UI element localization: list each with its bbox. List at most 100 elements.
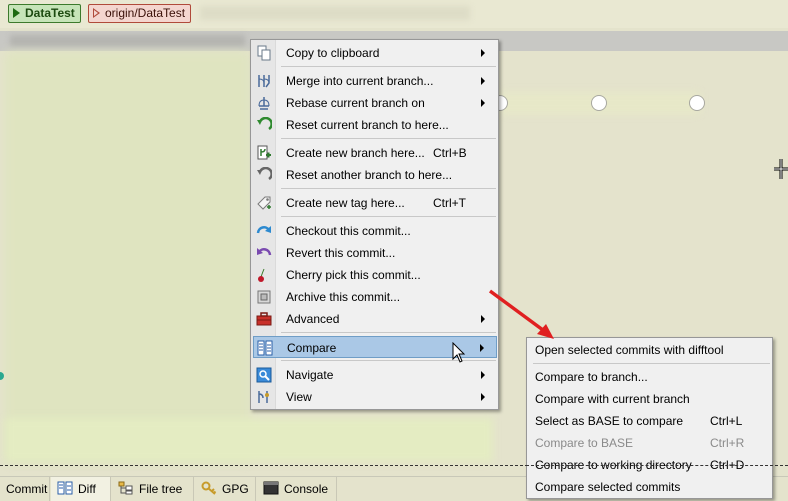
menu-item-view[interactable]: View [253,386,497,408]
menu-item-label: Copy to clipboard [286,46,380,60]
branch-triangle-icon [13,8,20,18]
menu-item-label: Create new tag here... [286,196,405,210]
menu-item-advanced[interactable]: Advanced [253,308,497,330]
submenu-arrow-icon [481,49,485,57]
redacted-commit-message [200,6,470,20]
tab-console[interactable]: Console [257,477,337,501]
submenu-item-open-difftool[interactable]: Open selected commits with difftool [529,339,771,361]
tab-gpg-label: GPG [222,482,249,496]
menu-item-checkout-commit[interactable]: Checkout this commit... [253,220,497,242]
submenu-item-select-base[interactable]: Select as BASE to compare Ctrl+L [529,410,771,432]
submenu-item-compare-current-branch[interactable]: Compare with current branch [529,388,771,410]
annotation-arrow-icon [488,289,554,339]
menu-item-label: Create new branch here... [286,146,425,160]
graph-node[interactable] [689,95,705,111]
local-branch-label: DataTest [25,6,75,20]
view-icon [258,391,269,403]
toolbox-icon [256,312,272,326]
submenu-item-label: Compare to branch... [535,370,648,384]
submenu-item-label: Compare to BASE [535,436,634,450]
submenu-arrow-icon [481,99,485,107]
navigate-icon [256,367,272,383]
menu-separator [281,332,496,333]
graph-node-left [0,372,4,380]
tab-commit-label: Commit [6,482,48,496]
diff-icon [57,481,73,495]
menu-item-copy-to-clipboard[interactable]: Copy to clipboard [253,42,497,64]
submenu-item-compare-to-branch[interactable]: Compare to branch... [529,366,771,388]
submenu-item-shortcut: Ctrl+L [710,414,743,428]
menu-separator [281,138,496,139]
tab-file-tree-label: File tree [139,482,183,496]
local-branch-tag[interactable]: DataTest [8,4,81,23]
menu-item-shortcut: Ctrl+B [433,146,467,160]
tab-console-label: Console [284,482,329,496]
menu-item-label: Reset current branch to here... [286,118,449,132]
tab-diff-label: Diff [78,482,96,496]
redacted-revision-list [5,52,250,462]
archive-icon [257,290,271,304]
drag-guide-line-overlay [526,465,773,466]
cherry-icon [258,268,265,282]
menu-item-rebase[interactable]: Rebase current branch on [253,92,497,114]
mouse-pointer-icon [452,342,466,363]
submenu-arrow-icon [480,344,484,352]
menu-item-label: Rebase current branch on [286,96,425,110]
submenu-item-label: Compare selected commits [535,480,681,494]
resize-cursor-icon [774,159,788,179]
submenu-item-shortcut: Ctrl+R [710,436,745,450]
merge-icon [258,75,270,88]
redacted-header-text [10,35,245,47]
submenu-item-compare-selected-commits[interactable]: Compare selected commits [529,476,771,498]
remote-branch-tag[interactable]: origin/DataTest [88,4,192,23]
rebase-icon [258,97,270,110]
menu-item-label: Cherry pick this commit... [286,268,421,282]
checkout-icon [256,226,271,234]
submenu-item-label: Select as BASE to compare [535,414,684,428]
file-tree-icon [118,481,133,495]
menu-item-cherry-pick[interactable]: Cherry pick this commit... [253,264,497,286]
menu-item-revert-commit[interactable]: Revert this commit... [253,242,497,264]
console-icon [263,481,279,495]
menu-item-label: Compare [287,341,337,355]
revert-icon [257,248,272,256]
menu-item-label: Merge into current branch... [286,74,434,88]
copy-icon [257,45,271,61]
compare-submenu: Open selected commits with difftool Comp… [526,337,773,499]
menu-item-label: View [286,390,312,404]
menu-item-create-branch[interactable]: Create new branch here... Ctrl+B [253,142,497,164]
reset-icon [257,117,272,131]
branch-icon [257,145,271,160]
submenu-item-compare-to-base[interactable]: Compare to BASE Ctrl+R [529,432,771,454]
menu-item-label: Revert this commit... [286,246,396,260]
submenu-item-label: Compare with current branch [535,392,690,406]
menu-separator [281,216,496,217]
menu-item-label: Checkout this commit... [286,224,411,238]
submenu-arrow-icon [481,393,485,401]
menu-item-merge[interactable]: Merge into current branch... [253,70,497,92]
submenu-arrow-icon [481,371,485,379]
remote-branch-label: origin/DataTest [105,6,186,20]
tab-diff[interactable]: Diff [51,477,111,501]
key-icon [201,481,217,495]
submenu-separator [533,363,770,364]
menu-item-label: Reset another branch to here... [286,168,453,182]
menu-item-reset-current-branch[interactable]: Reset current branch to here... [253,114,497,136]
menu-item-label: Advanced [286,312,340,326]
menu-item-navigate[interactable]: Navigate [253,364,497,386]
redacted-lower-pane [5,418,493,462]
menu-separator [281,66,496,67]
menu-item-archive-commit[interactable]: Archive this commit... [253,286,497,308]
tag-icon [257,196,271,210]
menu-separator [281,188,496,189]
tab-file-tree[interactable]: File tree [112,477,194,501]
compare-icon [257,340,273,356]
tab-gpg[interactable]: GPG [195,477,256,501]
submenu-arrow-icon [481,77,485,85]
branch-label-bar: DataTest origin/DataTest [0,0,788,28]
graph-node[interactable] [591,95,607,111]
menu-item-create-tag[interactable]: Create new tag here... Ctrl+T [253,192,497,214]
menu-item-reset-another-branch[interactable]: Reset another branch to here... [253,164,497,186]
tab-commit[interactable]: Commit [0,477,50,501]
reset-other-icon [257,167,272,181]
